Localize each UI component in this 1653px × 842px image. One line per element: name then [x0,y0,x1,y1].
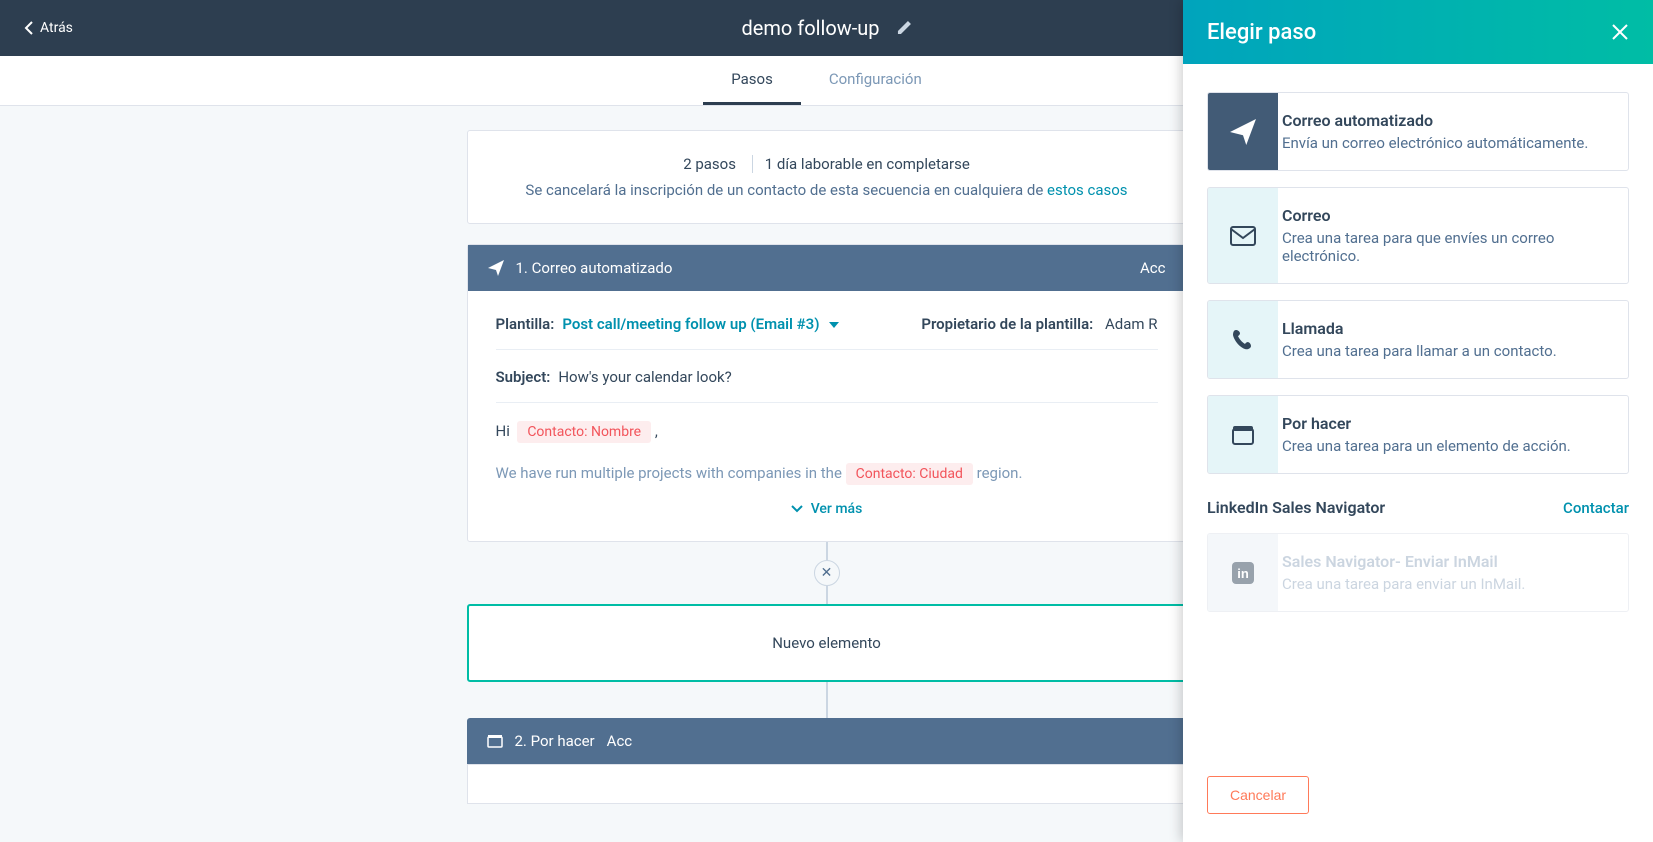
new-element-card[interactable]: Nuevo elemento [467,604,1187,682]
todo-icon [1208,396,1278,473]
template-selector[interactable]: Post call/meeting follow up (Email #3) [562,315,839,333]
step-2-body [467,764,1187,804]
connector-2 [826,682,828,718]
back-button[interactable]: Atrás [24,20,73,36]
connector-line [826,542,828,560]
summary-duration: 1 día laborable en completarse [765,155,970,173]
chevron-left-icon [24,20,34,36]
summary-separator [752,155,753,173]
summary-steps: 2 pasos [683,155,736,173]
linkedin-icon: in [1208,534,1278,611]
template-name: Post call/meeting follow up (Email #3) [562,315,819,333]
option-desc: Crea una tarea para un elemento de acció… [1282,437,1610,455]
body-line2b: region. [977,464,1023,482]
linkedin-label: LinkedIn Sales Navigator [1207,498,1385,517]
choose-step-panel: Elegir paso Correo automatizado Envía un… [1183,0,1653,842]
summary-line2: Se cancelará la inscripción de un contac… [500,181,1154,199]
option-title: Por hacer [1282,414,1610,433]
close-icon: ✕ [821,565,833,581]
option-call[interactable]: Llamada Crea una tarea para llamar a un … [1207,300,1629,379]
chevron-down-icon [791,505,803,513]
step-2-header: 2. Por hacer Acc [467,718,1187,764]
option-title: Correo [1282,206,1610,225]
option-desc: Crea una tarea para llamar a un contacto… [1282,342,1610,360]
connector-1: ✕ [814,542,840,604]
mail-icon [1208,188,1278,283]
body-hi: Hi [496,422,510,440]
svg-text:in: in [1237,566,1249,581]
connector-line [826,586,828,604]
template-owner: Propietario de la plantilla: Adam R [921,315,1157,333]
tab-steps[interactable]: Pasos [703,56,801,105]
panel-title: Elegir paso [1207,20,1316,45]
subject-label: Subject: [496,368,551,386]
remove-step-button[interactable]: ✕ [814,560,840,586]
panel-header: Elegir paso [1183,0,1653,64]
send-icon [488,260,504,276]
token-contact-name[interactable]: Contacto: Nombre [517,421,651,443]
subject-row: Subject: How's your calendar look? [496,368,1158,386]
option-automated-email[interactable]: Correo automatizado Envía un correo elec… [1207,92,1629,171]
divider [496,349,1158,350]
option-desc: Envía un correo electrónico automáticame… [1282,134,1610,152]
template-label: Plantilla: [496,315,555,333]
divider [496,402,1158,403]
edit-title-button[interactable] [896,20,912,36]
option-todo[interactable]: Por hacer Crea una tarea para un element… [1207,395,1629,474]
chevron-down-icon [829,322,839,328]
subject-value: How's your calendar look? [558,368,731,386]
owner-value: Adam R [1105,315,1158,333]
page-title-wrap: demo follow-up [741,16,911,40]
step-2-title: 2. Por hacer [515,732,595,750]
step-1-card: 1. Correo automatizado Acc Plantilla: Po… [467,244,1187,542]
step-2-actions[interactable]: Acc [607,732,633,750]
summary-card: 2 pasos 1 día laborable en completarse S… [467,130,1187,224]
option-title: Correo automatizado [1282,111,1610,130]
panel-body: Correo automatizado Envía un correo elec… [1183,64,1653,758]
panel-footer: Cancelar [1183,758,1653,842]
option-title: Llamada [1282,319,1610,338]
template-row: Plantilla: Post call/meeting follow up (… [496,315,1158,333]
page-title: demo follow-up [741,16,879,40]
step-1-actions[interactable]: Acc [1140,259,1166,277]
option-linkedin-inmail: in Sales Navigator- Enviar InMail Crea u… [1207,533,1629,612]
option-title: Sales Navigator- Enviar InMail [1282,552,1610,571]
cancel-button[interactable]: Cancelar [1207,776,1309,814]
summary-line1: 2 pasos 1 día laborable en completarse [500,155,1154,173]
back-label: Atrás [40,20,73,36]
option-desc: Crea una tarea para enviar un InMail. [1282,575,1610,593]
close-icon [1611,23,1629,41]
email-body: Hi Contacto: Nombre , We have run multip… [496,421,1158,485]
linkedin-row: LinkedIn Sales Navigator Contactar [1207,498,1629,517]
see-more-button[interactable]: Ver más [496,485,1158,533]
option-email[interactable]: Correo Crea una tarea para que envíes un… [1207,187,1629,284]
send-icon [1208,93,1278,170]
new-element-label: Nuevo elemento [772,634,881,652]
phone-icon [1208,301,1278,378]
connector-line [826,682,828,718]
owner-label: Propietario de la plantilla: [921,315,1093,333]
option-desc: Crea una tarea para que envíes un correo… [1282,229,1610,265]
body-line2: We have run multiple projects with compa… [496,463,1158,485]
see-more-label: Ver más [811,501,863,517]
token-contact-city[interactable]: Contacto: Ciudad [846,463,973,485]
step-1-title: 1. Correo automatizado [516,259,673,277]
step-1-body: Plantilla: Post call/meeting follow up (… [468,291,1186,541]
unenroll-link[interactable]: estos casos [1047,181,1128,199]
step-1-header: 1. Correo automatizado Acc [468,245,1186,291]
close-panel-button[interactable] [1611,23,1629,41]
pencil-icon [896,20,912,36]
todo-icon [487,734,503,748]
linkedin-contact-link[interactable]: Contactar [1563,499,1629,517]
unenroll-text: Se cancelará la inscripción de un contac… [525,181,1047,199]
body-line2a: We have run multiple projects with compa… [496,464,846,482]
tab-config[interactable]: Configuración [801,56,950,105]
